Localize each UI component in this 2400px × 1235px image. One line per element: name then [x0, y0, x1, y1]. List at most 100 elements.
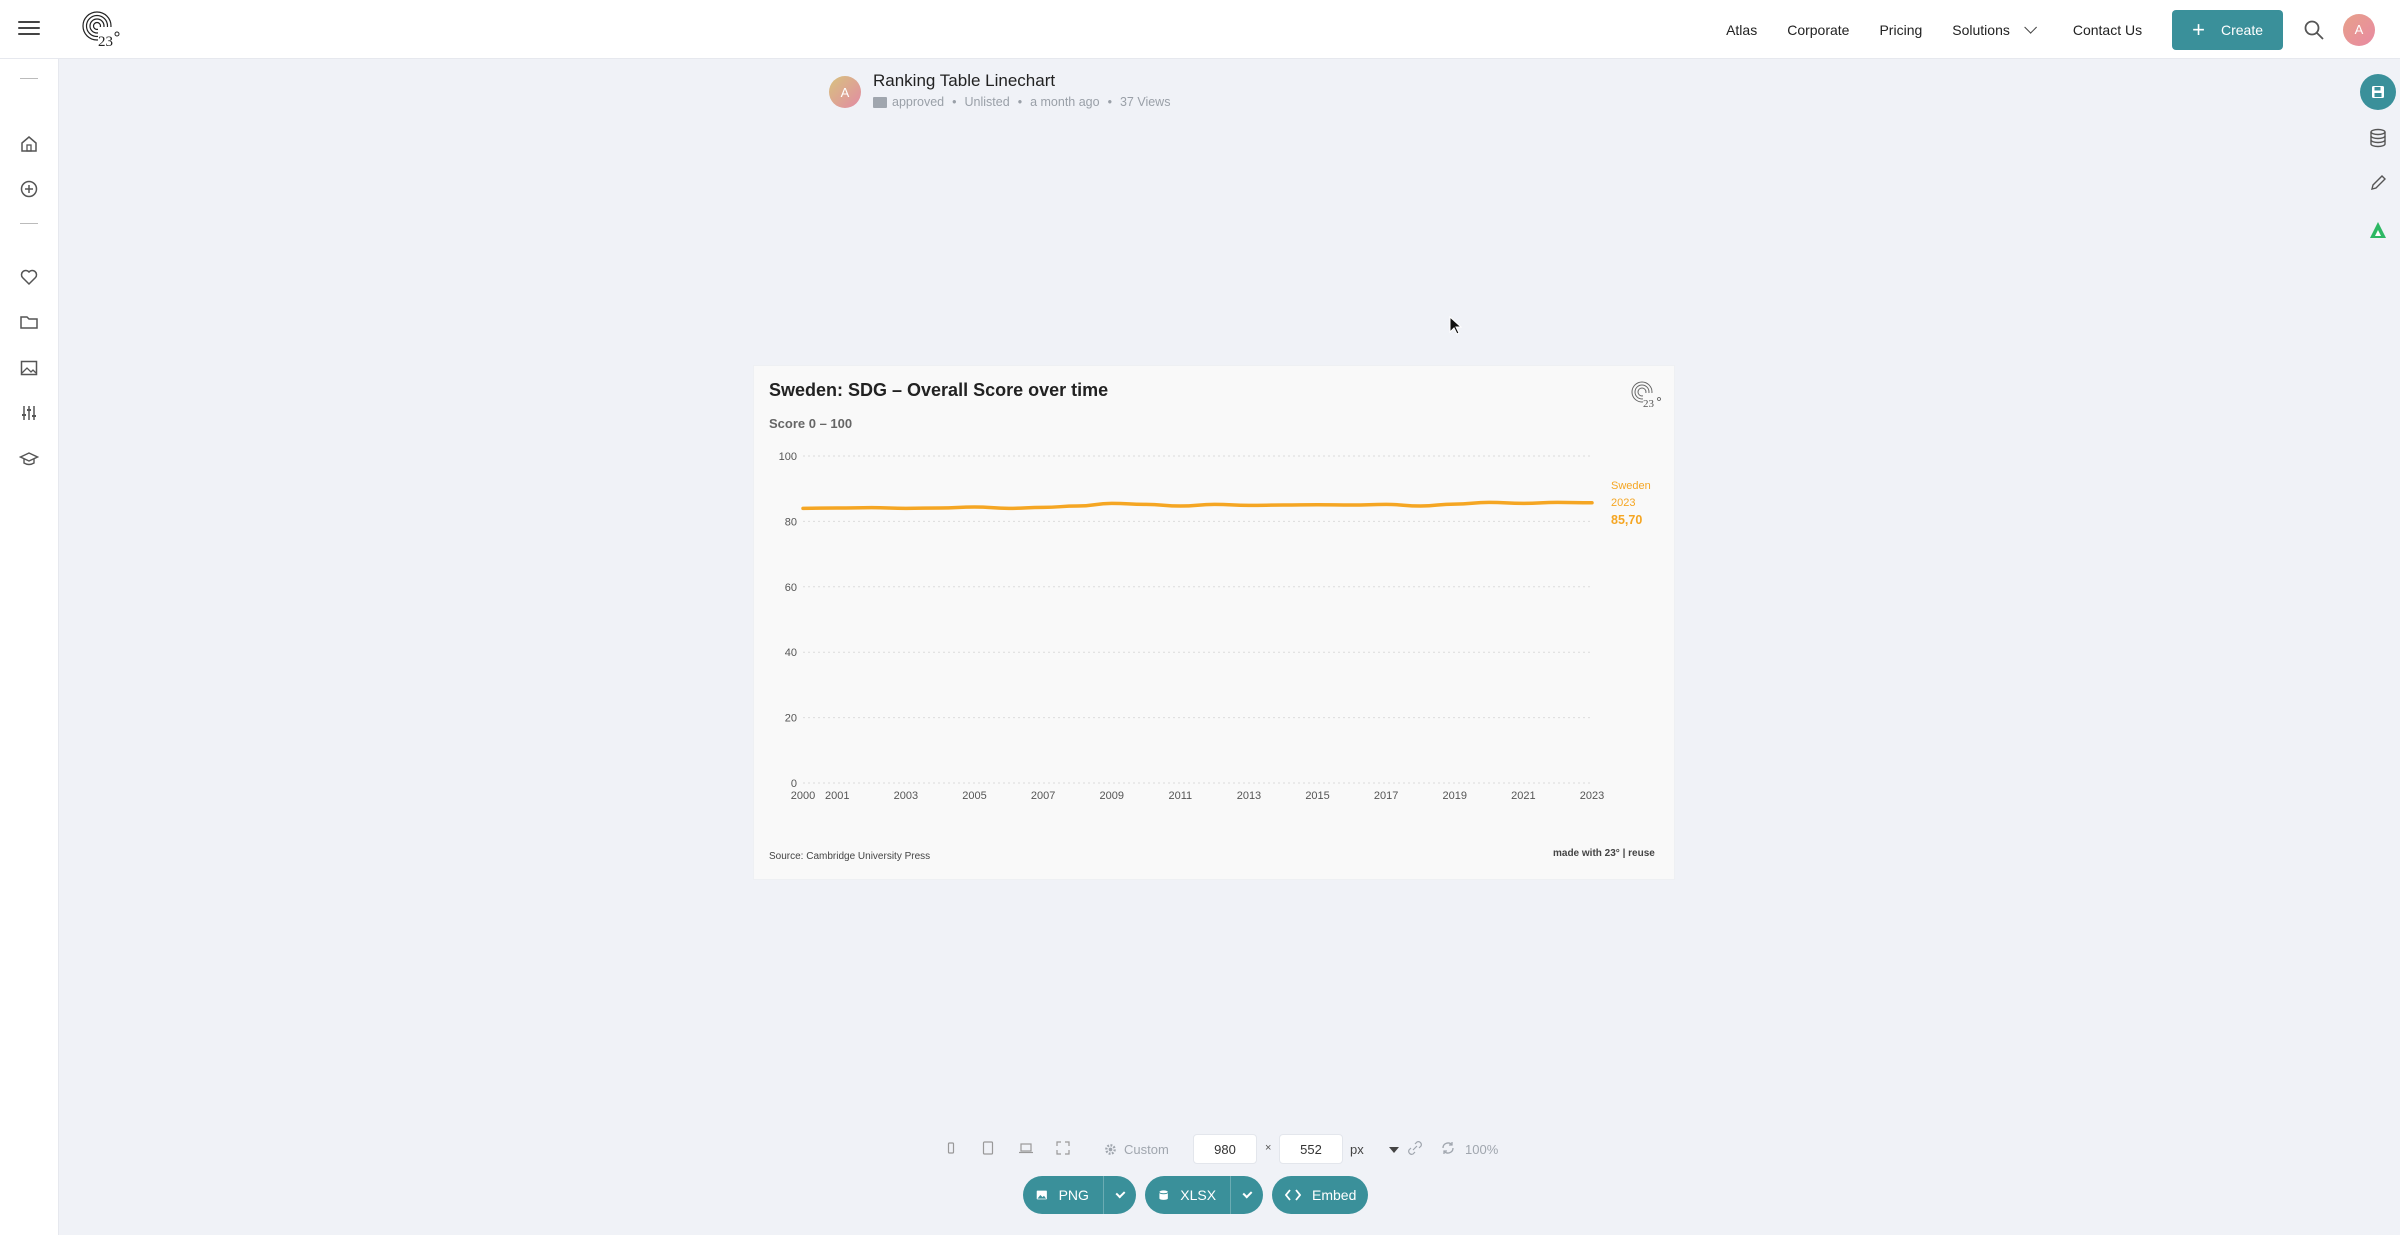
- button-divider: [1102, 1176, 1104, 1214]
- lock-ratio-icon[interactable]: [1407, 1140, 1423, 1156]
- x-tick-label: 2003: [894, 790, 918, 802]
- size-preset-label: Custom: [1124, 1142, 1169, 1157]
- button-divider: [1230, 1176, 1231, 1214]
- caret-down-icon[interactable]: [1389, 1147, 1399, 1153]
- edit-tool-button[interactable]: [2360, 165, 2396, 201]
- export-xlsx-button[interactable]: XLSX: [1145, 1176, 1263, 1214]
- embed-button[interactable]: Embed: [1272, 1176, 1368, 1214]
- document-title[interactable]: Ranking Table Linechart: [873, 71, 1055, 91]
- x-tick-label: 2001: [825, 790, 849, 802]
- tablet-device-icon[interactable]: [980, 1140, 996, 1156]
- user-avatar[interactable]: A: [2343, 13, 2375, 46]
- author-avatar[interactable]: A: [829, 76, 861, 108]
- folder-name[interactable]: approved: [892, 95, 944, 109]
- image-icon[interactable]: [19, 358, 39, 378]
- x-tick-label: 2007: [1031, 790, 1055, 802]
- nav-pricing[interactable]: Pricing: [1879, 22, 1922, 38]
- chart-subtitle: Score 0 – 100: [769, 416, 853, 431]
- main-nav: Atlas Corporate Pricing Solutions Contac…: [1726, 0, 2400, 59]
- end-label-name: Sweden: [1611, 480, 1651, 492]
- y-tick-label: 40: [785, 647, 797, 659]
- height-input[interactable]: [1279, 1134, 1343, 1164]
- zoom-icon[interactable]: [1440, 1140, 1456, 1156]
- chevron-down-icon: [2024, 21, 2037, 34]
- gear-icon: [1105, 1144, 1116, 1155]
- end-label-year: 2023: [1611, 497, 1635, 509]
- nav-contact[interactable]: Contact Us: [2073, 22, 2142, 38]
- meta-separator: •: [1017, 95, 1023, 109]
- create-label: Create: [2220, 21, 2263, 38]
- y-tick-label: 0: [791, 778, 797, 790]
- top-navigation-bar: 23 Atlas Corporate Pricing Solutions Con…: [0, 0, 2400, 59]
- site-logo[interactable]: 23: [80, 10, 122, 50]
- mobile-device-icon[interactable]: [943, 1140, 959, 1156]
- width-input[interactable]: [1193, 1134, 1257, 1164]
- export-png-button[interactable]: PNG: [1023, 1176, 1136, 1214]
- x-tick-label: 2005: [962, 790, 986, 802]
- left-sidebar: [0, 59, 59, 1235]
- embed-label: Embed: [1312, 1187, 1357, 1203]
- meta-separator: •: [952, 95, 957, 109]
- nav-atlas[interactable]: Atlas: [1726, 22, 1757, 38]
- triangle-brand-icon: [2370, 222, 2386, 238]
- data-tool-button[interactable]: [2360, 120, 2396, 156]
- updated-time: a month ago: [1030, 95, 1100, 109]
- design-tool-button[interactable]: [2360, 212, 2396, 248]
- add-circle-icon[interactable]: [19, 179, 39, 199]
- document-meta: approved • Unlisted • a month ago • 37 V…: [873, 95, 1170, 109]
- save-icon: [2372, 86, 2384, 98]
- x-tick-label: 2017: [1374, 790, 1398, 802]
- nav-corporate[interactable]: Corporate: [1787, 22, 1849, 38]
- export-xlsx-label: XLSX: [1180, 1187, 1217, 1203]
- pencil-icon: [2371, 175, 2386, 190]
- view-count: 37 Views: [1119, 95, 1171, 109]
- unit-select[interactable]: px: [1350, 1142, 1364, 1157]
- plus-icon: +: [2192, 16, 2205, 42]
- mouse-cursor-icon: [1449, 316, 1463, 335]
- database-icon: [2370, 128, 2386, 148]
- series-line-sweden: [801, 500, 1594, 511]
- dimension-times: ×: [1265, 1142, 1272, 1154]
- visibility-status: Unlisted: [964, 95, 1010, 109]
- create-button[interactable]: + Create: [2172, 9, 2283, 50]
- x-tick-label: 2009: [1099, 790, 1123, 802]
- code-icon: [1285, 1189, 1301, 1201]
- folder-icon: [873, 96, 887, 108]
- heart-icon[interactable]: [19, 267, 39, 287]
- hamburger-menu-icon[interactable]: [18, 18, 40, 40]
- x-tick-label: 2023: [1580, 790, 1604, 802]
- image-icon: [1036, 1190, 1047, 1200]
- graduation-cap-icon[interactable]: [19, 449, 39, 469]
- x-tick-label: 2000: [791, 790, 815, 802]
- made-with-link[interactable]: made with 23° | reuse: [1553, 848, 1655, 859]
- chart-source: Source: Cambridge University Press: [769, 851, 931, 862]
- save-button[interactable]: [2360, 74, 2396, 110]
- chevron-down-icon[interactable]: [1115, 1188, 1126, 1199]
- svg-text:23: 23: [98, 34, 113, 50]
- x-tick-label: 2019: [1443, 790, 1467, 802]
- folder-icon[interactable]: [19, 312, 39, 332]
- nav-solutions-label: Solutions: [1952, 21, 2010, 38]
- laptop-device-icon[interactable]: [1018, 1140, 1034, 1156]
- nav-solutions-dropdown[interactable]: Solutions: [1952, 21, 2037, 38]
- chevron-down-icon[interactable]: [1242, 1188, 1253, 1199]
- svg-text:23: 23: [1643, 398, 1655, 410]
- export-png-label: PNG: [1058, 1187, 1089, 1203]
- end-label-value: 85,70: [1611, 513, 1642, 527]
- fullscreen-icon[interactable]: [1055, 1140, 1071, 1156]
- meta-separator: •: [1107, 95, 1112, 109]
- y-tick-label: 60: [785, 582, 797, 594]
- sidebar-divider: [20, 78, 38, 79]
- size-preset[interactable]: Custom: [1104, 1142, 1169, 1157]
- chart-card: 0 20 40 60 80 100 2000 2001 2003 2005 2007 2009 2011…: [753, 365, 1675, 880]
- y-tick-label: 20: [785, 713, 797, 725]
- x-tick-label: 2013: [1237, 790, 1261, 802]
- chart-title: Sweden: SDG – Overall Score over time: [769, 380, 1109, 400]
- zoom-level: 100%: [1465, 1142, 1499, 1157]
- home-icon[interactable]: [19, 134, 39, 154]
- line-chart: 0 20 40 60 80 100 2000 2001 2003 2005 2007 2009 2011…: [779, 451, 1651, 802]
- sidebar-divider: [20, 223, 38, 224]
- y-tick-label: 100: [779, 451, 797, 463]
- search-icon[interactable]: [2303, 19, 2325, 41]
- sliders-icon[interactable]: [19, 403, 39, 423]
